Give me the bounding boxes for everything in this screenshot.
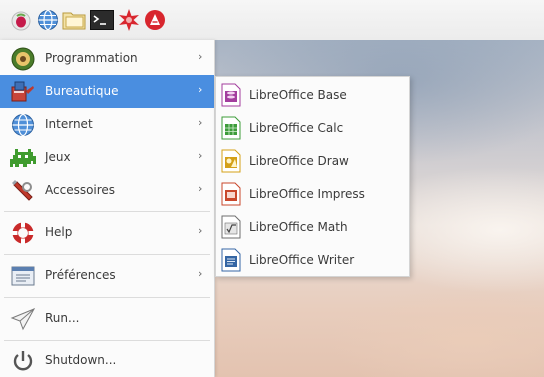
submenu-arrow-icon: › (198, 116, 203, 129)
submenu-item-libreoffice-impress[interactable]: LibreOffice Impress (216, 177, 409, 210)
menu-separator (4, 340, 210, 341)
raspberry-menu-icon[interactable] (10, 9, 32, 31)
games-invader-icon (10, 145, 36, 171)
menu-item-accessoires[interactable]: Accessoires › (0, 174, 214, 207)
submenu-arrow-icon: › (198, 182, 203, 195)
menu-item-shutdown[interactable]: Shutdown... (0, 344, 214, 377)
menu-item-jeux[interactable]: Jeux › (0, 141, 214, 174)
help-lifebuoy-icon (10, 220, 36, 246)
menu-item-programmation[interactable]: Programmation › (0, 42, 214, 75)
file-manager-folder-icon[interactable] (62, 9, 86, 31)
libreoffice-draw-icon (221, 149, 241, 173)
libreoffice-writer-icon (221, 248, 241, 272)
menu-separator (4, 297, 210, 298)
menu-item-internet[interactable]: Internet › (0, 108, 214, 141)
submenu-item-libreoffice-base[interactable]: LibreOffice Base (216, 78, 409, 111)
menu-separator (4, 211, 210, 212)
menu-item-help[interactable]: Help › (0, 216, 214, 249)
menu-separator (4, 254, 210, 255)
menu-item-preferences[interactable]: Préférences › (0, 259, 214, 292)
terminal-icon[interactable] (90, 9, 114, 31)
submenu-arrow-icon: › (198, 267, 203, 280)
libreoffice-calc-icon (221, 116, 241, 140)
preferences-icon (10, 263, 36, 289)
menu-item-bureautique[interactable]: Bureautique › (0, 75, 214, 108)
accessories-icon (10, 178, 36, 204)
run-paper-plane-icon (10, 306, 36, 332)
submenu-item-libreoffice-calc[interactable]: LibreOffice Calc (216, 111, 409, 144)
submenu-item-libreoffice-draw[interactable]: LibreOffice Draw (216, 144, 409, 177)
wolfram-star-icon[interactable] (118, 9, 140, 31)
application-menu: Programmation › Bureautique › Internet ›… (0, 40, 215, 377)
mathematica-icon[interactable] (144, 9, 166, 31)
taskbar (0, 0, 544, 41)
programming-icon (10, 46, 36, 72)
submenu-arrow-icon: › (198, 149, 203, 162)
office-icon (10, 79, 36, 105)
menu-item-run[interactable]: Run... (0, 302, 214, 335)
submenu-arrow-icon: › (198, 50, 203, 63)
submenu-item-libreoffice-math[interactable]: LibreOffice Math (216, 210, 409, 243)
libreoffice-impress-icon (221, 182, 241, 206)
internet-globe-icon (10, 112, 36, 138)
submenu-arrow-icon: › (198, 224, 203, 237)
power-icon (10, 348, 36, 374)
submenu-item-libreoffice-writer[interactable]: LibreOffice Writer (216, 243, 409, 276)
submenu-arrow-icon: › (198, 83, 203, 96)
web-browser-globe-icon[interactable] (37, 9, 59, 31)
libreoffice-base-icon (221, 83, 241, 107)
libreoffice-math-icon (221, 215, 241, 239)
bureautique-submenu: LibreOffice Base LibreOffice Calc LibreO… (215, 76, 410, 277)
